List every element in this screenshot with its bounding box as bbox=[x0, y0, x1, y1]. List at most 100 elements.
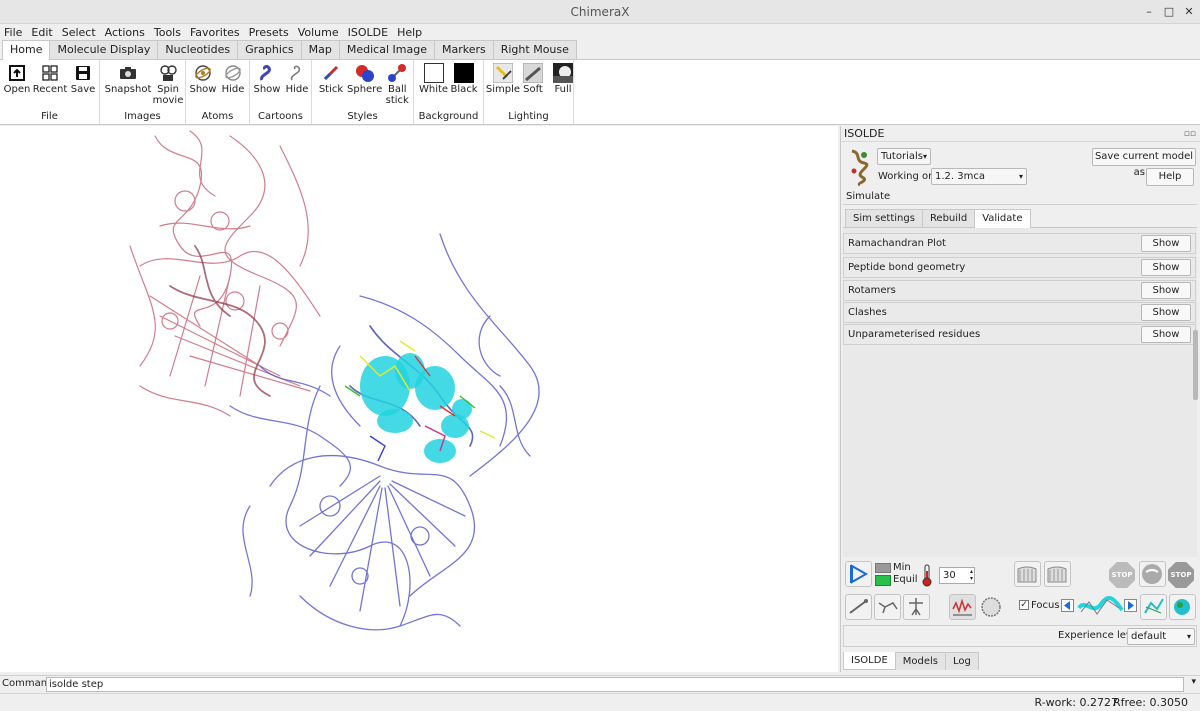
play-icon bbox=[850, 564, 869, 584]
atoms-hide-button[interactable]: Hide bbox=[219, 60, 247, 95]
open-label: Open bbox=[3, 84, 31, 95]
snapshot-button[interactable]: Snapshot bbox=[105, 60, 151, 106]
rotamers-row: Rotamers Show bbox=[843, 280, 1196, 301]
tab-log[interactable]: Log bbox=[945, 652, 979, 670]
tug-residue-button[interactable] bbox=[874, 594, 901, 620]
menu-edit[interactable]: Edit bbox=[31, 26, 52, 39]
tutorials-value: Tutorials bbox=[881, 151, 923, 162]
panel-scrollbar[interactable] bbox=[1193, 330, 1198, 400]
working-on-dropdown[interactable]: 1.2. 3mca ▾ bbox=[931, 168, 1027, 185]
checkpoint-save-button[interactable] bbox=[1014, 561, 1041, 587]
simple-lighting-button[interactable]: Simple bbox=[486, 60, 520, 95]
maximize-button[interactable]: □ bbox=[1159, 0, 1179, 24]
stop-revert-icon bbox=[1142, 564, 1162, 584]
tab-graphics[interactable]: Graphics bbox=[237, 40, 302, 59]
snapshot-label: Snapshot bbox=[104, 84, 152, 95]
tug-atom-button[interactable] bbox=[845, 594, 872, 620]
help-button[interactable]: Help bbox=[1146, 168, 1194, 186]
tutorials-dropdown[interactable]: Tutorials ▾ bbox=[877, 148, 931, 165]
styles-group: Stick Sphere Ball stick Styles bbox=[312, 60, 414, 124]
open-button[interactable]: Open bbox=[3, 60, 31, 95]
unparameterised-row: Unparameterised residues Show bbox=[843, 324, 1196, 345]
checkpoint-revert-button[interactable] bbox=[1044, 561, 1071, 587]
temperature-spinbox[interactable]: 30 ▴ ▾ bbox=[939, 567, 975, 584]
cartoons-show-button[interactable]: Show bbox=[253, 60, 281, 95]
ramachandran-row: Ramachandran Plot Show bbox=[843, 233, 1196, 254]
full-lighting-button[interactable]: Full bbox=[549, 60, 577, 95]
menu-tools[interactable]: Tools bbox=[154, 26, 181, 39]
recent-label: Recent bbox=[32, 84, 68, 95]
tab-nucleotides[interactable]: Nucleotides bbox=[157, 40, 239, 59]
menu-select[interactable]: Select bbox=[62, 26, 96, 39]
start-simulation-button[interactable] bbox=[845, 561, 872, 587]
command-bar: Command: isolde step ▾ bbox=[0, 675, 1200, 693]
menu-volume[interactable]: Volume bbox=[298, 26, 339, 39]
tab-models[interactable]: Models bbox=[894, 652, 946, 670]
menu-isolde[interactable]: ISOLDE bbox=[348, 26, 388, 39]
tab-rebuild[interactable]: Rebuild bbox=[921, 209, 976, 227]
menu-file[interactable]: File bbox=[4, 26, 22, 39]
film-reel-icon bbox=[155, 62, 181, 84]
tab-map[interactable]: Map bbox=[300, 40, 340, 59]
tab-right-mouse[interactable]: Right Mouse bbox=[492, 40, 577, 59]
tab-home[interactable]: Home bbox=[2, 40, 51, 60]
spotlight-icon bbox=[1144, 598, 1164, 614]
tab-sim-settings[interactable]: Sim settings bbox=[845, 209, 923, 227]
tab-markers[interactable]: Markers bbox=[433, 40, 494, 59]
close-button[interactable]: ✕ bbox=[1179, 0, 1199, 24]
clashes-show-button[interactable]: Show bbox=[1141, 304, 1191, 321]
previous-residue-button[interactable] bbox=[1061, 599, 1074, 612]
tab-medical-image[interactable]: Medical Image bbox=[338, 40, 435, 59]
stick-button[interactable]: Stick bbox=[317, 60, 345, 106]
atoms-show-button[interactable]: Show bbox=[189, 60, 217, 95]
spin-arrows-icon[interactable]: ▴ ▾ bbox=[970, 568, 973, 582]
menu-presets[interactable]: Presets bbox=[249, 26, 289, 39]
tab-molecule-display[interactable]: Molecule Display bbox=[49, 40, 159, 59]
spotlight-mode-button[interactable] bbox=[1140, 594, 1167, 620]
unparameterised-show-button[interactable]: Show bbox=[1141, 326, 1191, 343]
white-background-button[interactable]: White bbox=[419, 60, 448, 95]
chevron-down-icon: ▾ bbox=[922, 152, 927, 161]
next-residue-button[interactable] bbox=[1124, 599, 1137, 612]
min-indicator bbox=[875, 563, 891, 573]
experience-level-dropdown[interactable]: default ▾ bbox=[1127, 628, 1195, 645]
recent-grid-icon bbox=[37, 62, 63, 84]
menu-favorites[interactable]: Favorites bbox=[190, 26, 240, 39]
spin-movie-button[interactable]: Spin movie bbox=[153, 60, 183, 106]
stop-discard-button[interactable]: STOP bbox=[1168, 562, 1194, 588]
dial-icon[interactable] bbox=[979, 595, 1003, 619]
stop-keep-button[interactable]: STOP bbox=[1109, 562, 1135, 588]
stick-icon bbox=[318, 62, 344, 84]
command-input[interactable]: isolde step bbox=[46, 677, 1184, 692]
graphics-viewport[interactable] bbox=[0, 126, 838, 672]
recent-button[interactable]: Recent bbox=[33, 60, 67, 95]
focus-checkbox[interactable]: ✓ bbox=[1019, 600, 1029, 610]
tab-isolde[interactable]: ISOLDE bbox=[843, 652, 896, 670]
stop-revert-button[interactable] bbox=[1139, 561, 1166, 587]
map-weight-button[interactable] bbox=[949, 594, 976, 620]
tab-validate[interactable]: Validate bbox=[974, 209, 1031, 228]
menu-help[interactable]: Help bbox=[397, 26, 422, 39]
tug-selection-button[interactable] bbox=[903, 594, 930, 620]
ball-stick-button[interactable]: Ball stick bbox=[384, 60, 410, 106]
mask-to-selection-button[interactable] bbox=[1169, 594, 1196, 620]
atom-hide-icon bbox=[220, 62, 246, 84]
command-history-icon[interactable]: ▾ bbox=[1191, 677, 1196, 687]
sphere-button[interactable]: Sphere bbox=[347, 60, 382, 106]
panel-float-close-icon[interactable]: ▫▫ bbox=[1184, 126, 1196, 142]
min-equil-toggle[interactable]: Min Equil bbox=[874, 562, 918, 588]
save-button[interactable]: Save bbox=[69, 60, 97, 95]
images-group-label: Images bbox=[124, 111, 161, 122]
peptide-bond-show-button[interactable]: Show bbox=[1141, 259, 1191, 276]
ramachandran-label: Ramachandran Plot bbox=[848, 238, 946, 249]
save-current-model-button[interactable]: Save current model as... bbox=[1092, 148, 1196, 178]
ramachandran-show-button[interactable]: Show bbox=[1141, 235, 1191, 252]
isolde-panel-title: ISOLDE bbox=[844, 127, 885, 140]
soft-lighting-button[interactable]: Soft bbox=[519, 60, 547, 95]
minimize-button[interactable]: – bbox=[1139, 0, 1159, 24]
black-background-button[interactable]: Black bbox=[450, 60, 478, 95]
r-work-value: R-work: 0.2727 bbox=[1034, 696, 1118, 709]
menu-actions[interactable]: Actions bbox=[105, 26, 145, 39]
cartoons-hide-button[interactable]: Hide bbox=[283, 60, 311, 95]
rotamers-show-button[interactable]: Show bbox=[1141, 282, 1191, 299]
